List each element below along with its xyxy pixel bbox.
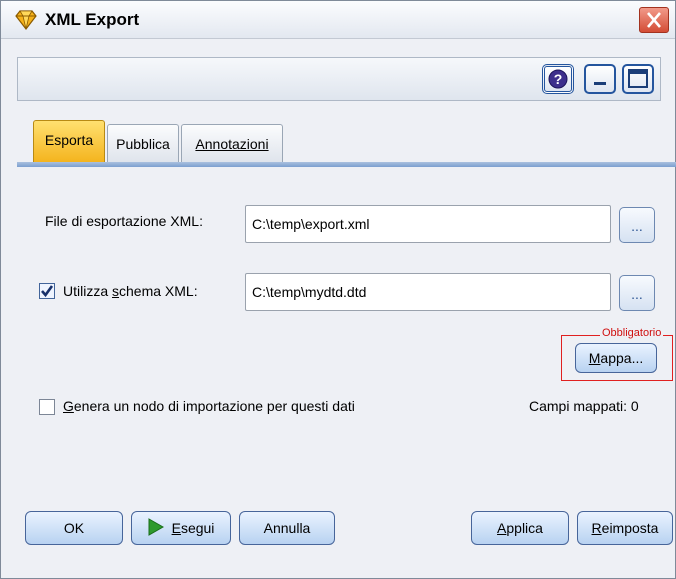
node-toolbar: ? bbox=[17, 57, 661, 101]
generate-import-node-accel: G bbox=[63, 398, 74, 414]
svg-text:?: ? bbox=[554, 71, 563, 87]
tab-annotazioni[interactable]: Annotazioni bbox=[181, 124, 283, 162]
reset-button-accel: R bbox=[591, 520, 602, 536]
map-button-label: appa... bbox=[600, 350, 644, 366]
close-button[interactable] bbox=[639, 7, 669, 33]
window-title: XML Export bbox=[45, 10, 140, 29]
minimize-icon bbox=[594, 82, 606, 85]
maximize-icon bbox=[628, 69, 648, 88]
tab-pubblica[interactable]: Pubblica bbox=[107, 124, 179, 162]
map-button-accel: M bbox=[588, 350, 601, 366]
run-button-accel: E bbox=[171, 520, 181, 536]
schema-label-prefix: Utilizza bbox=[63, 283, 113, 299]
reset-button[interactable]: Reimposta bbox=[577, 511, 673, 545]
schema-label: Utilizza schema XML: bbox=[63, 283, 198, 299]
apply-button-label: pplica bbox=[506, 520, 543, 536]
checkmark-icon bbox=[41, 285, 54, 298]
mapped-fields-count: Campi mappati: 0 bbox=[529, 398, 639, 414]
apply-button[interactable]: Applica bbox=[471, 511, 569, 545]
export-file-input[interactable]: C:\temp\export.xml bbox=[245, 205, 611, 243]
xml-export-dialog: XML Export ? Esporta Pubblica Annotazion… bbox=[0, 0, 676, 579]
tab-esporta-label: Esporta bbox=[44, 132, 94, 148]
help-button[interactable]: ? bbox=[542, 64, 574, 94]
map-button[interactable]: Mappa... bbox=[575, 343, 657, 373]
generate-import-node-label: Genera un nodo di importazione per quest… bbox=[63, 398, 355, 414]
apply-button-accel: A bbox=[497, 520, 507, 536]
ok-button[interactable]: OK bbox=[25, 511, 123, 545]
tab-esporta[interactable]: Esporta bbox=[33, 120, 105, 162]
export-file-label: File di esportazione XML: bbox=[45, 213, 203, 229]
minimize-button[interactable] bbox=[584, 64, 616, 94]
maximize-button[interactable] bbox=[622, 64, 654, 94]
tab-divider bbox=[17, 162, 676, 167]
required-label: Obbligatorio bbox=[600, 327, 664, 339]
schema-checkbox[interactable] bbox=[39, 283, 55, 299]
close-icon bbox=[647, 12, 661, 28]
tab-annotazioni-label: Annotazioni bbox=[195, 136, 269, 152]
schema-input[interactable]: C:\temp\mydtd.dtd bbox=[245, 273, 611, 311]
schema-label-accel: s bbox=[112, 283, 120, 299]
export-file-browse-button[interactable]: ... bbox=[619, 207, 655, 243]
diamond-node-icon bbox=[15, 10, 37, 30]
schema-label-suffix: chema XML: bbox=[119, 283, 198, 299]
schema-browse-button[interactable]: ... bbox=[619, 275, 655, 311]
run-button[interactable]: Esegui bbox=[131, 511, 231, 545]
reset-button-label: eimposta bbox=[601, 520, 659, 536]
generate-import-node-text: enera un nodo di importazione per questi… bbox=[73, 398, 355, 414]
cancel-button[interactable]: Annulla bbox=[239, 511, 335, 545]
play-icon bbox=[148, 518, 164, 536]
run-button-label: segui bbox=[180, 520, 215, 536]
help-icon: ? bbox=[548, 69, 568, 89]
tab-pubblica-label: Pubblica bbox=[116, 136, 170, 152]
generate-import-node-checkbox[interactable] bbox=[39, 399, 55, 415]
title-bar[interactable]: XML Export bbox=[1, 1, 675, 39]
